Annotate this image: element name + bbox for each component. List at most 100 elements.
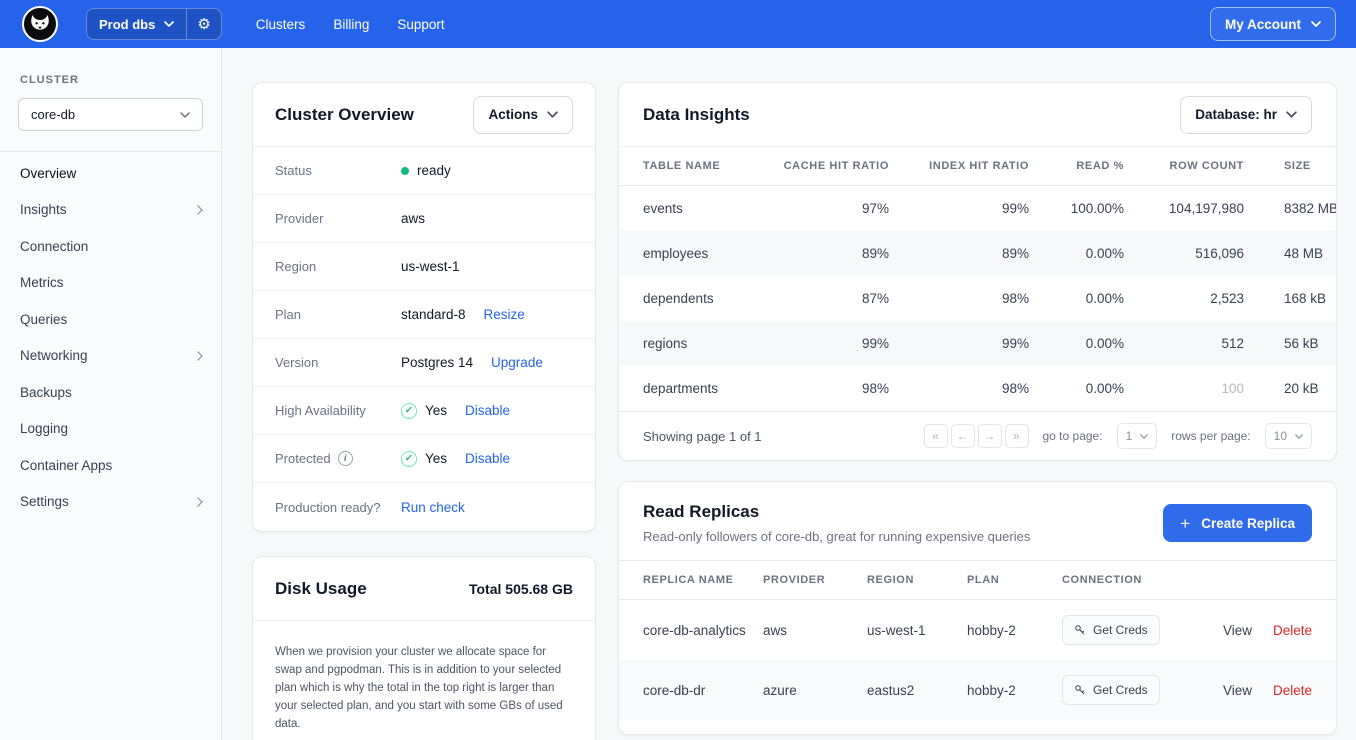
table-row: events 97% 99% 100.00% 104,197,980 8382 …: [619, 186, 1336, 232]
overview-row-plan: Plan standard-8Resize: [253, 291, 595, 339]
disk-usage-card: Disk Usage Total 505.68 GB When we provi…: [252, 556, 596, 740]
get-creds-button[interactable]: Get Creds: [1062, 615, 1160, 645]
col-read-pct: READ %: [1029, 147, 1124, 186]
read-replicas-subtitle: Read-only followers of core-db, great fo…: [643, 529, 1030, 544]
key-icon: [1074, 624, 1086, 636]
go-to-page-label: go to page:: [1043, 429, 1103, 443]
cluster-overview-title: Cluster Overview: [275, 105, 414, 125]
sidebar-item-metrics[interactable]: Metrics: [0, 265, 221, 302]
org-dropdown-button[interactable]: Prod dbs: [87, 9, 186, 39]
showing-page-text: Showing page 1 of 1: [643, 429, 762, 444]
rows-per-page-select[interactable]: 10: [1265, 423, 1312, 449]
disable-ha-link[interactable]: Disable: [465, 403, 510, 418]
overview-row-high-availability: High Availability ✓YesDisable: [253, 387, 595, 435]
top-navbar: Prod dbs ⚙ Clusters Billing Support My A…: [0, 0, 1356, 48]
table-row: departments 98% 98% 0.00% 100 20 kB: [619, 366, 1336, 411]
data-insights-title: Data Insights: [643, 105, 750, 125]
sidebar-item-backups[interactable]: Backups: [0, 374, 221, 411]
chevron-down-icon: [547, 111, 558, 118]
upgrade-link[interactable]: Upgrade: [491, 355, 543, 370]
delete-replica-link[interactable]: Delete: [1273, 623, 1312, 638]
version-value: Postgres 14: [401, 355, 473, 370]
overview-row-production-ready: Production ready? Run check: [253, 483, 595, 531]
sidebar-menu: Overview Insights Connection Metrics Que…: [0, 152, 221, 520]
chevron-down-icon: [1311, 21, 1321, 27]
disk-usage-title: Disk Usage: [275, 579, 367, 599]
col-region: REGION: [867, 561, 967, 600]
sidebar-item-connection[interactable]: Connection: [0, 228, 221, 265]
my-account-label: My Account: [1225, 17, 1301, 32]
col-size: SIZE: [1244, 147, 1336, 186]
key-icon: [1074, 684, 1086, 696]
prev-page-button[interactable]: ←: [951, 424, 975, 448]
sidebar-item-container-apps[interactable]: Container Apps: [0, 447, 221, 484]
next-page-button[interactable]: →: [978, 424, 1002, 448]
chevron-right-icon: [197, 497, 203, 507]
create-replica-button[interactable]: + Create Replica: [1163, 504, 1312, 542]
sidebar-item-insights[interactable]: Insights: [0, 192, 221, 229]
resize-link[interactable]: Resize: [484, 307, 525, 322]
sidebar-item-overview[interactable]: Overview: [0, 155, 221, 192]
org-switcher: Prod dbs ⚙: [86, 8, 222, 40]
disk-usage-description: When we provision your cluster we alloca…: [275, 643, 573, 733]
go-to-page-select[interactable]: 1: [1117, 423, 1158, 449]
sidebar-item-settings[interactable]: Settings: [0, 484, 221, 521]
cluster-overview-card: Cluster Overview Actions Status ready Pr…: [252, 82, 596, 532]
plan-value: standard-8: [401, 307, 466, 322]
replica-name: core-db-analytics: [619, 600, 763, 661]
chevron-down-icon: [1140, 434, 1148, 439]
overview-row-region: Region us-west-1: [253, 243, 595, 291]
actions-button[interactable]: Actions: [473, 96, 573, 134]
first-page-button[interactable]: «: [924, 424, 948, 448]
sidebar-item-logging[interactable]: Logging: [0, 411, 221, 448]
sidebar-section-label: CLUSTER: [20, 74, 221, 86]
my-account-button[interactable]: My Account: [1210, 7, 1336, 41]
status-value: ready: [417, 163, 451, 178]
overview-row-status: Status ready: [253, 147, 595, 195]
view-replica-link[interactable]: View: [1223, 623, 1252, 638]
col-table-name: TABLE NAME: [619, 147, 759, 186]
replica-name: core-db-dr: [619, 660, 763, 720]
overview-row-version: Version Postgres 14Upgrade: [253, 339, 595, 387]
read-replicas-title: Read Replicas: [643, 502, 1030, 522]
data-insights-table: TABLE NAME CACHE HIT RATIO INDEX HIT RAT…: [619, 147, 1336, 411]
info-icon[interactable]: i: [338, 451, 353, 466]
nav-link-support[interactable]: Support: [397, 17, 444, 32]
pagination: « ← → »: [924, 424, 1029, 448]
chevron-down-icon: [1295, 434, 1303, 439]
read-replicas-card: Read Replicas Read-only followers of cor…: [618, 481, 1337, 735]
view-replica-link[interactable]: View: [1223, 683, 1252, 698]
gear-icon: ⚙: [197, 15, 210, 33]
sidebar-item-queries[interactable]: Queries: [0, 301, 221, 338]
region-value: us-west-1: [401, 259, 460, 274]
overview-row-protected: Protectedi ✓YesDisable: [253, 435, 595, 483]
chevron-down-icon: [1286, 111, 1297, 118]
cluster-select[interactable]: core-db: [18, 98, 203, 131]
overview-row-provider: Provider aws: [253, 195, 595, 243]
database-select[interactable]: Database: hr: [1180, 96, 1312, 134]
nav-link-clusters[interactable]: Clusters: [256, 17, 306, 32]
org-settings-button[interactable]: ⚙: [186, 9, 220, 39]
last-page-button[interactable]: »: [1005, 424, 1029, 448]
cluster-select-value: core-db: [31, 107, 75, 122]
provider-value: aws: [401, 211, 425, 226]
database-select-value: Database: hr: [1195, 107, 1277, 122]
col-connection: CONNECTION: [1062, 561, 1192, 600]
get-creds-button[interactable]: Get Creds: [1062, 675, 1160, 705]
table-row: regions 99% 99% 0.00% 512 56 kB: [619, 321, 1336, 366]
delete-replica-link[interactable]: Delete: [1273, 683, 1312, 698]
table-row: employees 89% 89% 0.00% 516,096 48 MB: [619, 231, 1336, 276]
sidebar-item-networking[interactable]: Networking: [0, 338, 221, 375]
nav-link-billing[interactable]: Billing: [333, 17, 369, 32]
disable-protected-link[interactable]: Disable: [465, 451, 510, 466]
protected-value: Yes: [425, 451, 447, 466]
org-label: Prod dbs: [99, 17, 155, 32]
chevron-down-icon: [180, 112, 190, 118]
main-content: Cluster Overview Actions Status ready Pr…: [222, 48, 1356, 740]
chevron-right-icon: [197, 351, 203, 361]
status-dot: [401, 167, 409, 175]
col-row-count: ROW COUNT: [1124, 147, 1244, 186]
data-insights-card: Data Insights Database: hr TABLE NAME CA…: [618, 82, 1337, 461]
col-replica-name: REPLICA NAME: [619, 561, 763, 600]
run-check-link[interactable]: Run check: [401, 500, 465, 515]
